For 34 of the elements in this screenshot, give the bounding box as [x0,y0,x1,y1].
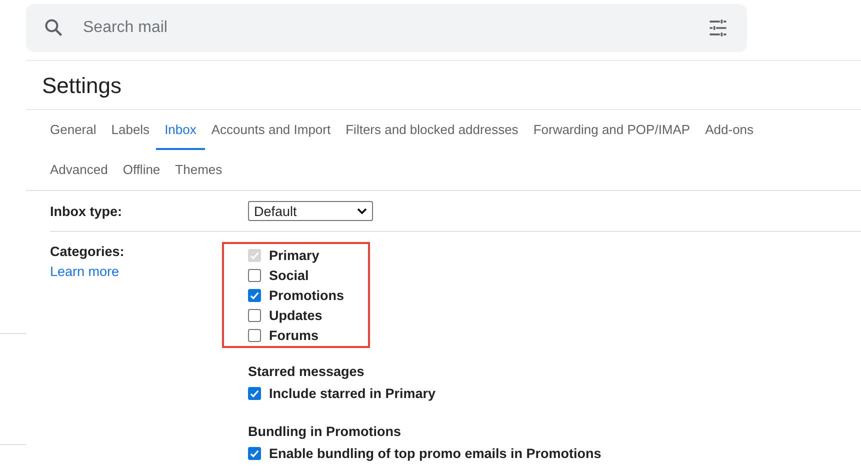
category-label: Primary [269,248,320,262]
learn-more-link[interactable]: Learn more [50,264,248,279]
checkbox[interactable] [248,268,261,282]
category-label: Updates [269,308,322,322]
settings-tab[interactable]: Forwarding and POP/IMAP [533,110,690,150]
checkbox[interactable] [248,288,261,302]
chevron-down-icon [357,208,367,214]
settings-tab[interactable]: Labels [111,110,150,150]
settings-tab[interactable]: General [50,110,96,150]
checkbox[interactable] [248,328,261,342]
option-label: Enable bundling of top promo emails in Promotions [269,446,602,460]
checkbox[interactable] [248,446,261,460]
section-heading: Bundling in Promotions [248,424,402,439]
filter-sliders-icon[interactable] [707,17,729,39]
page-title: Settings [26,60,861,110]
settings-tab[interactable]: Themes [175,150,222,190]
checkbox[interactable] [248,386,261,400]
settings-tab[interactable]: Accounts and Import [211,110,331,150]
settings-tab[interactable]: Filters and blocked addresses [346,110,518,150]
option-label: Include starred in Primary [269,386,436,400]
search-icon[interactable] [43,17,65,39]
settings-tab[interactable]: Add-ons [705,110,754,150]
settings-tab[interactable]: Advanced [50,150,108,190]
settings-tab[interactable]: Inbox [156,110,206,150]
category-label: Social [269,268,309,282]
category-label: Promotions [269,288,344,302]
settings-tab[interactable]: Offline [122,150,160,190]
search-field[interactable]: Search mail [26,4,747,52]
section-heading: Starred messages [248,364,366,379]
categories-label: Categories: [50,244,126,259]
inbox-type-dropdown[interactable]: Default [248,201,373,221]
inbox-type-label: Inbox type: [50,204,124,218]
category-label: Forums [269,328,319,342]
checkbox[interactable] [248,308,261,322]
